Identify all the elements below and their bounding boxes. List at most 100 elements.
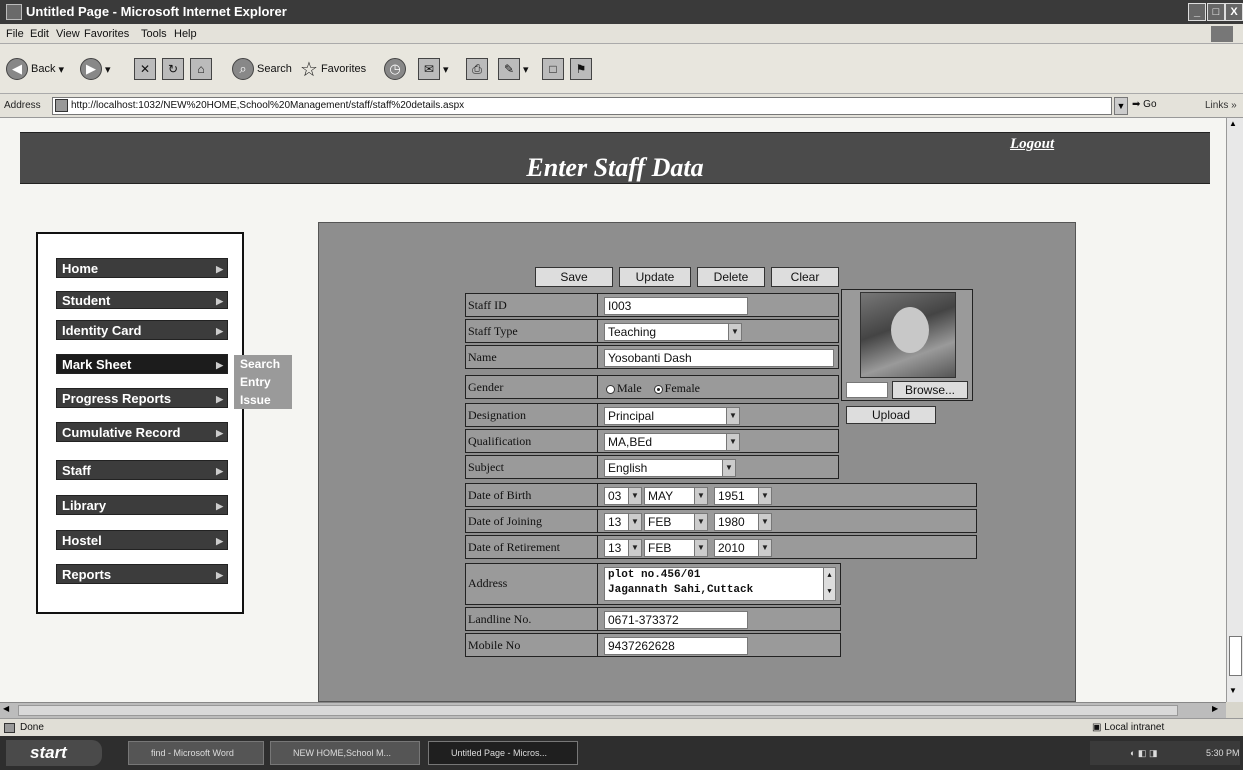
clear-button[interactable]: Clear <box>771 267 839 287</box>
menu-item-hostel[interactable]: Hostel ▶ <box>56 530 228 550</box>
menu-file[interactable]: File <box>6 28 24 40</box>
menu-favorites[interactable]: Favorites <box>84 28 129 40</box>
staff-id-input[interactable]: I003 <box>604 297 748 315</box>
minimize-button[interactable]: _ <box>1188 3 1206 21</box>
forward-button[interactable]: ▶ ▾ <box>80 56 111 82</box>
landline-input[interactable]: 0671-373372 <box>604 611 748 629</box>
name-input[interactable]: Yosobanti Dash <box>604 349 834 367</box>
menu-edit[interactable]: Edit <box>30 28 49 40</box>
horizontal-scrollbar[interactable]: ◀ ▶ <box>0 702 1226 718</box>
taskbar-item-word[interactable]: find - Microsoft Word <box>128 741 264 765</box>
dor-month-select[interactable]: FEB ▼ <box>644 539 708 557</box>
menu-item-label: Reports <box>62 567 112 582</box>
address-dropdown-button[interactable]: ▼ <box>1114 97 1128 115</box>
print-button[interactable]: ⎙ <box>466 56 488 82</box>
submenu-item-issue[interactable]: Issue <box>234 391 292 409</box>
menu-item-reports[interactable]: Reports ▶ <box>56 564 228 584</box>
address-input[interactable]: http://localhost:1032/NEW%20HOME,School%… <box>52 97 1112 115</box>
edit-button[interactable]: ✎ ▾ <box>498 56 529 82</box>
staff-type-select[interactable]: Teaching ▼ <box>604 323 742 341</box>
menu-help[interactable]: Help <box>174 28 197 40</box>
dob-day-select[interactable]: 03 ▼ <box>604 487 642 505</box>
menu-item-staff[interactable]: Staff ▶ <box>56 460 228 480</box>
gender-female-radio[interactable]: Female <box>653 381 700 395</box>
menu-item-mark-sheet[interactable]: Mark Sheet ▶ <box>56 354 228 374</box>
gender-male-radio[interactable]: Male <box>606 381 642 395</box>
menu-item-home[interactable]: Home ▶ <box>56 258 228 278</box>
doj-day-select[interactable]: 13 ▼ <box>604 513 642 531</box>
favorites-button[interactable]: ☆ Favorites <box>300 56 366 82</box>
dor-day-select[interactable]: 13 ▼ <box>604 539 642 557</box>
textarea-scrollbar[interactable]: ▲ ▼ <box>823 568 835 600</box>
doj-year-select[interactable]: 1980 ▼ <box>714 513 772 531</box>
chevron-right-icon: ▶ <box>216 536 223 546</box>
mobile-input[interactable]: 9437262628 <box>604 637 748 655</box>
dob-year-select[interactable]: 1951 ▼ <box>714 487 772 505</box>
menu-view[interactable]: View <box>56 28 80 40</box>
browse-button[interactable]: Browse... <box>892 381 968 399</box>
mobile-row: Mobile No 9437262628 <box>465 633 841 657</box>
vertical-scroll-thumb[interactable] <box>1229 636 1242 676</box>
scroll-left-icon[interactable]: ◀ <box>3 704 9 713</box>
page-viewport: Logout Enter Staff Data Home ▶ Student ▶ I… <box>0 118 1226 702</box>
tray-icons[interactable]: ◐ ◧ ◨ <box>1130 741 1157 765</box>
dob-label: Date of Birth <box>466 484 598 506</box>
doj-month-select[interactable]: FEB ▼ <box>644 513 708 531</box>
designation-select[interactable]: Principal ▼ <box>604 407 740 425</box>
maximize-button[interactable]: □ <box>1207 3 1225 21</box>
subject-select[interactable]: English ▼ <box>604 459 736 477</box>
menu-tools[interactable]: Tools <box>141 28 167 40</box>
subject-value: English <box>608 461 648 475</box>
save-button[interactable]: Save <box>535 267 613 287</box>
horizontal-scroll-thumb[interactable] <box>18 705 1178 716</box>
home-button[interactable]: ⌂ <box>190 56 212 82</box>
staff-type-row: Staff Type Teaching ▼ <box>465 319 839 343</box>
refresh-button[interactable]: ↻ <box>162 56 184 82</box>
dor-year-select[interactable]: 2010 ▼ <box>714 539 772 557</box>
messenger-button[interactable]: ⚑ <box>570 56 592 82</box>
upload-button[interactable]: Upload <box>846 406 936 424</box>
logout-link[interactable]: Logout <box>1010 136 1054 153</box>
file-path-input[interactable] <box>846 382 888 398</box>
mail-button[interactable]: ✉ ▾ <box>418 56 449 82</box>
submenu-item-search[interactable]: Search <box>234 355 292 373</box>
taskbar-item-ie-active[interactable]: Untitled Page - Micros... <box>428 741 578 765</box>
status-bar: Done ▣ Local intranet <box>0 718 1243 736</box>
history-button[interactable]: ◷ <box>384 56 406 82</box>
menu-item-label: Staff <box>62 463 91 478</box>
dor-year-value: 2010 <box>718 541 745 555</box>
staff-id-label: Staff ID <box>466 294 598 316</box>
address-textarea[interactable]: plot no.456/01 Jagannath Sahi,Cuttack ▲ ▼ <box>604 567 836 601</box>
dob-month-select[interactable]: MAY ▼ <box>644 487 708 505</box>
back-button[interactable]: ◀ Back ▾ <box>6 56 64 82</box>
taskbar-item-explorer-folder[interactable]: NEW HOME,School M... <box>270 741 420 765</box>
discuss-button[interactable]: □ <box>542 56 564 82</box>
menu-item-progress-reports[interactable]: Progress Reports ▶ <box>56 388 228 408</box>
browser-window: Untitled Page - Microsoft Internet Explo… <box>0 0 1243 770</box>
update-button[interactable]: Update <box>619 267 691 287</box>
address-line-2: Jagannath Sahi,Cuttack <box>608 584 754 596</box>
menu-item-library[interactable]: Library ▶ <box>56 495 228 515</box>
start-button[interactable]: start <box>6 740 102 766</box>
chevron-down-icon: ▼ <box>694 540 707 556</box>
scroll-down-icon[interactable]: ▼ <box>1229 686 1237 695</box>
submenu-item-entry[interactable]: Entry <box>234 373 292 391</box>
window-title: Untitled Page - Microsoft Internet Explo… <box>26 4 287 19</box>
menu-item-student[interactable]: Student ▶ <box>56 291 228 309</box>
start-label: start <box>30 743 67 762</box>
side-menu: Home ▶ Student ▶ Identity Card ▶ Mark Sheet… <box>36 232 244 614</box>
links-button[interactable]: Links » <box>1205 100 1237 111</box>
search-button[interactable]: ⌕ Search <box>232 56 292 82</box>
menu-bar: File Edit View Favorites Tools Help <box>0 24 1243 44</box>
vertical-scrollbar[interactable]: ▲ ▼ <box>1226 118 1243 702</box>
chevron-right-icon: ▶ <box>216 264 223 274</box>
scroll-right-icon[interactable]: ▶ <box>1212 704 1218 713</box>
qualification-select[interactable]: MA,BEd ▼ <box>604 433 740 451</box>
close-button[interactable]: X <box>1225 3 1243 21</box>
menu-item-identity-card[interactable]: Identity Card ▶ <box>56 320 228 340</box>
go-button[interactable]: ➡ Go <box>1132 99 1157 110</box>
menu-item-cumulative-record[interactable]: Cumulative Record ▶ <box>56 422 228 442</box>
scroll-up-icon[interactable]: ▲ <box>1229 119 1237 128</box>
delete-button[interactable]: Delete <box>697 267 765 287</box>
stop-button[interactable]: ✕ <box>134 56 156 82</box>
